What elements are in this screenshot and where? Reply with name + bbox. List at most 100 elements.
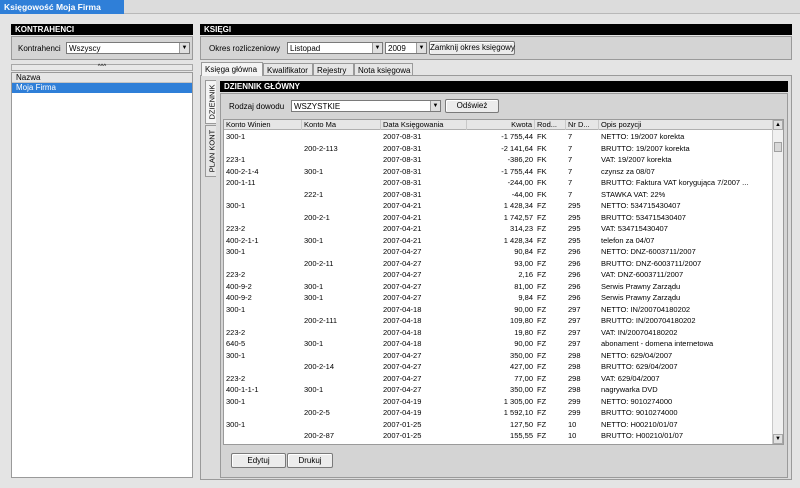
contractors-filter-select[interactable]: Wszyscy ▼ [66, 42, 190, 54]
table-row[interactable]: 400-9-2 300-1 2007-04-27 81,00 FZ 296 Serwis P… [224, 281, 773, 293]
cell-amount: 427,00 [510, 362, 533, 371]
month-select[interactable]: Listopad ▼ [287, 42, 383, 54]
scroll-down-icon[interactable]: ▼ [773, 434, 783, 444]
col-credit-account[interactable]: Konto Ma [302, 120, 381, 130]
list-header-name[interactable]: Nazwa [12, 73, 192, 83]
app-tab[interactable]: Księgowość Moja Firma [0, 0, 124, 14]
contractors-filter-value: Wszyscy [69, 44, 101, 53]
col-description[interactable]: Opis pozycji [599, 120, 773, 130]
contractors-filter-label: Kontrahenci [18, 44, 61, 53]
cell-debit-account: 300-1 [226, 304, 246, 314]
table-row[interactable]: 300-1 2007-04-27 350,00 FZ 298 NETTO: 629/04/… [224, 350, 773, 362]
vertical-scrollbar[interactable]: ▲ ▼ [772, 120, 783, 444]
col-posting-date[interactable]: Data Księgowania [381, 120, 467, 130]
cell-amount: -1 755,44 [501, 132, 533, 141]
table-row[interactable]: 640-5 300-1 2007-04-18 90,00 FZ 297 abonament … [224, 338, 773, 350]
list-item[interactable]: Moja Firma [12, 83, 192, 93]
table-row[interactable]: 400-9-2 300-1 2007-04-27 9,84 FZ 296 Serwis Pr… [224, 292, 773, 304]
cell-description: STAWKA VAT: 22% [601, 189, 666, 199]
cell-posting-date: 2007-04-27 [383, 270, 422, 279]
chevron-down-icon[interactable]: ▼ [430, 101, 440, 111]
table-row[interactable]: 223-2 2007-04-27 77,00 FZ 298 VAT: 629/04/200… [224, 373, 773, 385]
chevron-down-icon[interactable]: ▼ [416, 43, 426, 53]
scroll-up-icon[interactable]: ▲ [773, 120, 783, 130]
cell-description: Serwis Prawny Zarządu [601, 281, 681, 291]
cell-doc-number: 7 [568, 166, 573, 176]
cell-amount: -386,20 [507, 155, 533, 164]
col-doc-type[interactable]: Rod... [535, 120, 566, 130]
refresh-button[interactable]: Odśwież [445, 99, 499, 113]
cell-doc-type: FK [537, 155, 547, 164]
col-amount[interactable]: Kwota [467, 120, 535, 130]
cell-doc-type: FZ [537, 304, 547, 314]
cell-description: NETTO: 629/04/2007 [601, 350, 673, 360]
table-row[interactable]: 300-1 2007-04-19 1 305,00 FZ 299 NETTO: 90102… [224, 396, 773, 408]
table-row[interactable]: 300-1 2007-01-25 127,50 FZ 10 NETTO: H00210/0… [224, 419, 773, 431]
table-row[interactable]: 200-2-111 2007-04-18 109,80 FZ 297 BRUTTO: IN… [224, 315, 773, 327]
doc-type-select[interactable]: WSZYSTKIE ▼ [291, 100, 441, 112]
col-doc-number[interactable]: Nr D... [566, 120, 599, 130]
cell-description: VAT: IN/200704180202 [601, 327, 678, 337]
chevron-down-icon[interactable]: ▼ [179, 43, 189, 53]
table-row[interactable]: 200-1-11 2007-08-31 -244,00 FK 7 BRUTTO: Fakt… [224, 177, 773, 189]
cell-debit-account [224, 212, 302, 224]
print-button[interactable]: Drukuj [287, 453, 333, 468]
cell-credit-account: 300-1 [304, 281, 324, 291]
close-period-button[interactable]: Zamknij okres księgowy [429, 41, 515, 55]
table-row[interactable]: 223-2 2007-04-18 19,80 FZ 297 VAT: IN/2007041… [224, 327, 773, 339]
cell-credit-account [302, 419, 381, 431]
cell-credit-account: 200-2-5 [304, 408, 330, 417]
cell-doc-number: 298 [568, 373, 581, 383]
cell-posting-date: 2007-04-19 [383, 408, 422, 417]
table-row[interactable]: 200-2-14 2007-04-27 427,00 FZ 298 BRUTTO: 629… [224, 361, 773, 373]
table-row[interactable]: 222-1 2007-08-31 -44,00 FK 7 STAWKA VAT: 22% [224, 189, 773, 201]
cell-doc-number: 7 [568, 155, 573, 164]
cell-doc-number: 296 [568, 247, 581, 256]
cell-doc-type: FZ [537, 270, 547, 279]
cell-description: NETTO: 19/2007 korekta [601, 132, 685, 141]
table-row[interactable]: 300-1 2007-04-18 90,00 FZ 297 NETTO: IN/20070… [224, 304, 773, 316]
collapse-handle[interactable]: ^^^ [11, 64, 193, 71]
cell-description: VAT: 629/04/2007 [601, 373, 660, 383]
table-row[interactable]: 300-1 2007-04-27 90,84 FZ 296 NETTO: DNZ-6003… [224, 246, 773, 258]
vtab-chart-of-accounts[interactable]: PLAN KONT [205, 125, 217, 177]
cell-doc-type: FZ [537, 385, 547, 394]
edit-button[interactable]: Edytuj [231, 453, 286, 468]
table-row[interactable]: 223-1 2007-08-31 -386,20 FK 7 VAT: 19/2007 ko… [224, 154, 773, 166]
table-row[interactable]: 400-2-1-1 300-1 2007-04-21 1 428,34 FZ 295 tel… [224, 235, 773, 247]
cell-doc-number: 296 [568, 281, 581, 291]
cell-doc-number: 297 [568, 316, 581, 325]
cell-debit-account: 223-1 [226, 155, 246, 164]
table-row[interactable]: 400-1-1-1 300-1 2007-04-27 350,00 FZ 298 nagry… [224, 384, 773, 396]
table-row[interactable]: 200-2-113 2007-08-31 -2 141,64 FK 7 BRUTTO: 1… [224, 143, 773, 155]
cell-debit-account [224, 189, 302, 201]
scroll-thumb[interactable] [774, 142, 782, 152]
cell-doc-number: 10 [568, 419, 577, 429]
table-row[interactable]: 200-2-1 2007-04-21 1 742,57 FZ 295 BRUTTO: 53… [224, 212, 773, 224]
cell-debit-account: 300-1 [226, 132, 246, 141]
table-row[interactable]: 223-2 2007-04-27 2,16 FZ 296 VAT: DNZ-6003711… [224, 269, 773, 281]
cell-credit-account: 300-1 [304, 235, 324, 245]
cell-credit-account: 200-2-113 [304, 143, 338, 153]
year-select[interactable]: 2009 ▼ [385, 42, 427, 54]
cell-doc-number: 298 [568, 385, 581, 394]
table-row[interactable]: 300-1 2007-08-31 -1 755,44 FK 7 NETTO: 19/200… [224, 131, 773, 143]
vtab-journal[interactable]: DZIENNIK [205, 80, 217, 124]
table-row[interactable]: 200-2-87 2007-01-25 155,55 FZ 10 BRUTTO: H002… [224, 430, 773, 442]
table-row[interactable]: 300-1 2007-04-21 1 428,34 FZ 295 NETTO: 53471… [224, 200, 773, 212]
cell-description: nagrywarka DVD [601, 385, 658, 394]
cell-credit-account: 300-1 [304, 339, 324, 348]
table-row[interactable]: 200-2-11 2007-04-27 93,00 FZ 296 BRUTTO: DNZ-… [224, 258, 773, 270]
cell-doc-type: FZ [537, 247, 547, 256]
col-debit-account[interactable]: Konto Winien [224, 120, 302, 130]
cell-posting-date: 2007-04-21 [383, 201, 422, 210]
chevron-down-icon[interactable]: ▼ [372, 43, 382, 53]
table-row[interactable]: 223-2 2007-04-21 314,23 FZ 295 VAT: 534715430… [224, 223, 773, 235]
cell-doc-number: 298 [568, 362, 581, 371]
tab-general-ledger[interactable]: Księga główna [201, 62, 263, 76]
cell-doc-type: FZ [537, 201, 547, 210]
table-row[interactable]: 400-2-1-4 300-1 2007-08-31 -1 755,44 FK 7 czyn… [224, 166, 773, 178]
cell-doc-number: 295 [568, 212, 581, 222]
cell-doc-number: 297 [568, 339, 581, 348]
table-row[interactable]: 200-2-5 2007-04-19 1 592,10 FZ 299 BRUTTO: 90… [224, 407, 773, 419]
